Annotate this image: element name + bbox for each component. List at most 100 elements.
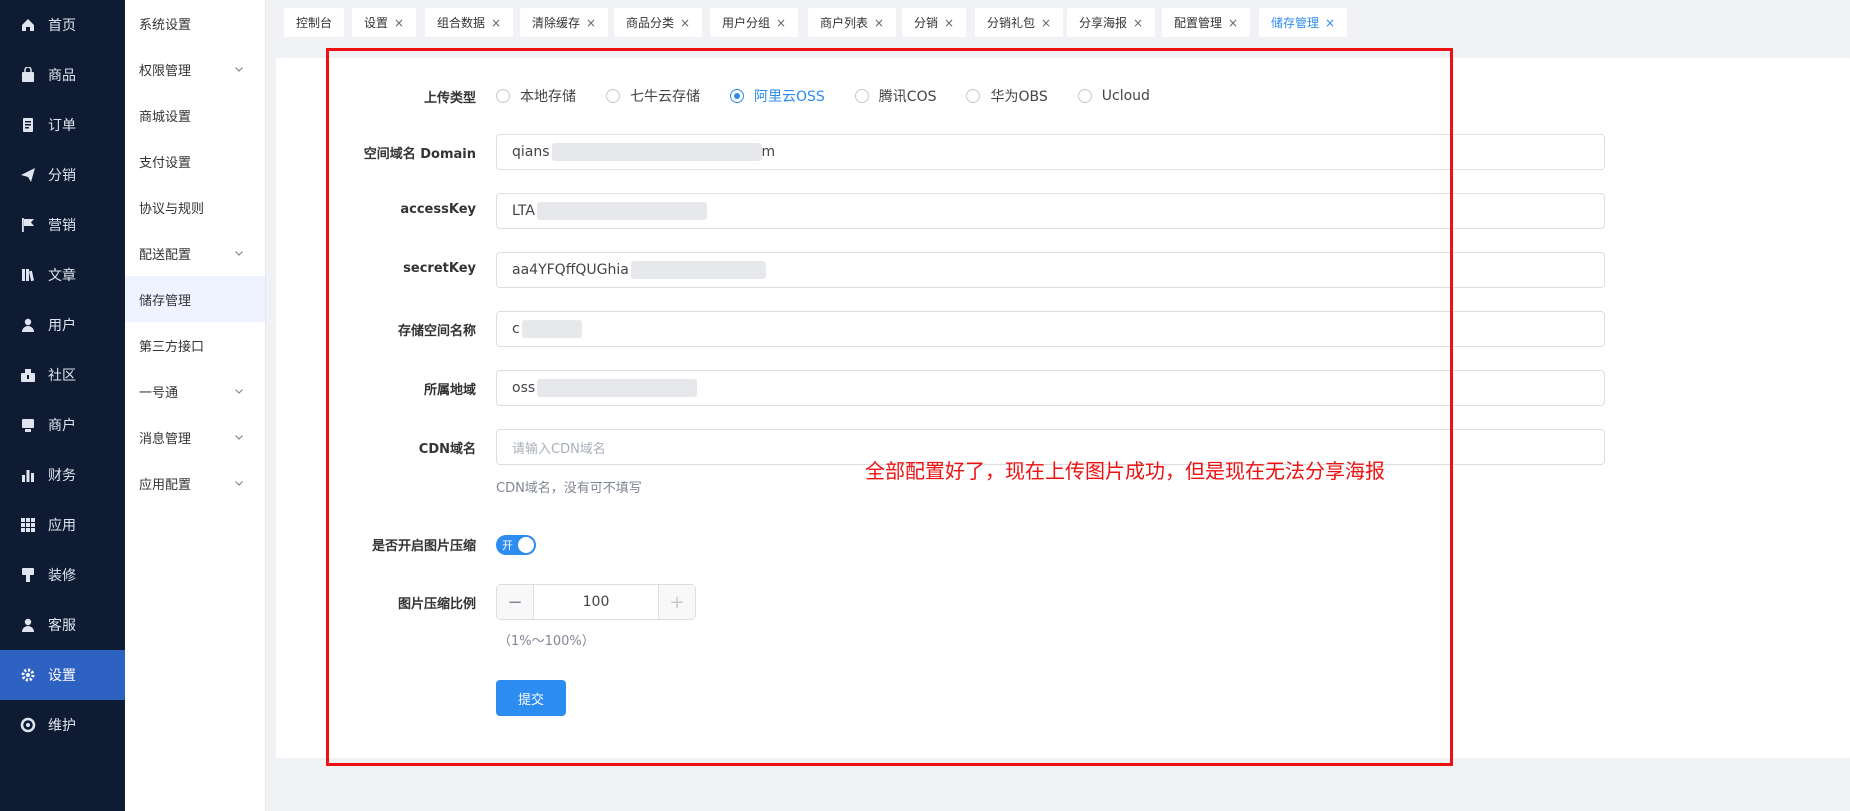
sidebar-item-2[interactable]: 订单 [0,100,125,150]
sidebar-item-label: 设置 [48,668,76,684]
sidebar-item-7[interactable]: 社区 [0,350,125,400]
sidebar-item-label: 首页 [48,18,76,34]
tab-10[interactable]: 配置管理 × [1162,8,1251,37]
tab-label: 商品分类 [626,16,675,30]
tab-label: 控制台 [296,16,333,30]
upload-option-2[interactable]: 阿里云OSS [730,86,825,106]
sidebar-item-1[interactable]: 商品 [0,50,125,100]
sidebar-item-6[interactable]: 用户 [0,300,125,350]
submenu-item-label: 消息管理 [139,431,192,447]
close-icon[interactable]: × [944,16,954,30]
bucket-label: 存储空间名称 [397,324,476,339]
sidebar-item-5[interactable]: 文章 [0,250,125,300]
radio-label: 阿里云OSS [754,89,825,105]
sidebar-item-12[interactable]: 客服 [0,600,125,650]
submenu-item-label: 应用配置 [139,477,192,493]
tab-label: 分销 [914,16,939,30]
sidebar-item-3[interactable]: 分销 [0,150,125,200]
accesskey-input[interactable]: LTA [496,193,1605,229]
close-icon[interactable]: × [1325,16,1335,30]
submenu-item-4[interactable]: 协议与规则 [125,184,265,230]
region-input[interactable]: oss [496,370,1605,406]
radio-label: 七牛云存储 [630,89,700,105]
submenu-item-7[interactable]: 第三方接口 [125,322,265,368]
sidebar-item-8[interactable]: 商户 [0,400,125,450]
tab-8[interactable]: 分销礼包 × [975,8,1064,37]
upload-option-4[interactable]: 华为OBS [966,86,1048,106]
close-icon[interactable]: × [586,16,596,30]
main-sidebar: 首页商品 订单分销营销 文章用户社区 商户 财务 应用 装修客服设置维护 [0,0,125,811]
sidebar-item-label: 用户 [48,318,76,334]
submenu-item-label: 商城设置 [139,109,192,125]
tab-7[interactable]: 分销 × [902,8,967,37]
redacted-blur [537,379,698,397]
sidebar-item-10[interactable]: 应用 [0,500,125,550]
sidebar-item-4[interactable]: 营销 [0,200,125,250]
close-icon[interactable]: × [776,16,786,30]
submenu-item-3[interactable]: 支付设置 [125,138,265,184]
submenu-item-1[interactable]: 权限管理 [125,46,265,92]
tab-11[interactable]: 储存管理 × [1259,8,1348,37]
close-icon[interactable]: × [491,16,501,30]
upload-option-5[interactable]: Ucloud [1077,88,1150,104]
close-icon[interactable]: × [874,16,884,30]
submit-button[interactable]: 提交 [496,680,566,716]
submenu-item-8[interactable]: 一号通 [125,368,265,414]
radio-dot [1077,89,1092,103]
submenu-item-label: 一号通 [139,385,179,401]
sidebar-item-14[interactable]: 维护 [0,700,125,750]
sidebar-item-11[interactable]: 装修 [0,550,125,600]
sidebar-item-label: 客服 [48,618,76,634]
submenu-item-9[interactable]: 消息管理 [125,414,265,460]
sidebar-item-9[interactable]: 财务 [0,450,125,500]
chart-icon [20,467,36,483]
merchant-icon [20,417,36,433]
radio-label: 本地存储 [520,89,576,105]
tab-2[interactable]: 组合数据 × [425,8,514,37]
submenu-item-2[interactable]: 商城设置 [125,92,265,138]
decrease-button[interactable]: − [497,585,534,619]
radio-dot [854,89,869,103]
chevron-down-icon [233,431,245,443]
sidebar-item-label: 维护 [48,718,76,734]
tab-3[interactable]: 清除缓存 × [520,8,609,37]
tab-6[interactable]: 商户列表 × [808,8,897,37]
ratio-label: 图片压缩比例 [397,597,476,612]
submenu-item-0[interactable]: 系统设置 [125,0,265,46]
bucket-input[interactable]: c [496,311,1605,347]
gear-icon [20,667,36,683]
service-icon [20,617,36,633]
tab-label: 设置 [364,16,389,30]
close-icon[interactable]: × [1041,16,1051,30]
upload-option-0[interactable]: 本地存储 [496,86,576,106]
submenu-item-10[interactable]: 应用配置 [125,460,265,506]
compress-label: 是否开启图片压缩 [371,539,476,554]
sidebar-item-label: 分销 [48,168,76,184]
upload-option-1[interactable]: 七牛云存储 [606,86,700,106]
maintenance-icon [20,717,36,733]
compress-toggle[interactable]: 开 [496,535,536,555]
tab-4[interactable]: 商品分类 × [614,8,703,37]
secretkey-input[interactable]: aa4YFQffQUGhia [496,252,1605,288]
submenu-item-5[interactable]: 配送配置 [125,230,265,276]
brush-icon [20,567,36,583]
submenu-item-label: 协议与规则 [139,201,205,217]
tab-9[interactable]: 分享海报 × [1067,8,1156,37]
tab-1[interactable]: 设置 × [352,8,417,37]
increase-button[interactable]: + [658,585,695,619]
tab-5[interactable]: 用户分组 × [710,8,799,37]
domain-input[interactable]: qians m [496,134,1605,170]
tab-bar: 控制台 设置 × 组合数据 × 清除缓存 × 商品分类 × 用户分组 × 商户列表 × 分销 × 分销礼包 × 分… [266,0,1850,48]
submenu-item-6[interactable]: 储存管理 [125,276,265,322]
close-icon[interactable]: × [680,16,690,30]
upload-option-3[interactable]: 腾讯COS [854,86,936,106]
tab-label: 配置管理 [1174,16,1223,30]
sidebar-item-13[interactable]: 设置 [0,650,125,700]
sidebar-item-0[interactable]: 首页 [0,0,125,50]
close-icon[interactable]: × [1228,16,1238,30]
submenu-item-label: 系统设置 [139,17,192,33]
tab-0[interactable]: 控制台 [284,8,345,37]
close-icon[interactable]: × [394,16,404,30]
close-icon[interactable]: × [1133,16,1143,30]
ratio-value[interactable]: 100 [534,585,658,619]
